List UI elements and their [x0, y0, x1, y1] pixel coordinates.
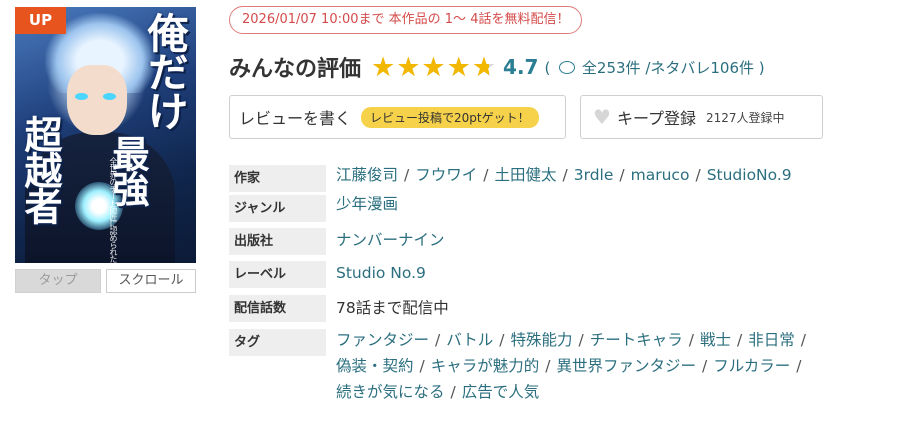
- publisher-link[interactable]: ナンバーナイン: [336, 227, 445, 253]
- cover-art-eye: [75, 93, 88, 100]
- write-review-label: レビューを書く: [239, 109, 352, 128]
- author-link[interactable]: 江藤俊司: [336, 166, 398, 184]
- review-counts[interactable]: ( 全253件 /ネタバレ106件 ): [544, 57, 764, 78]
- tags-label: タグ: [229, 329, 326, 356]
- write-review-button[interactable]: レビューを書く レビュー投稿で20ptゲット！: [229, 95, 566, 139]
- comment-icon: [559, 60, 576, 74]
- points-badge: レビュー投稿で20ptゲット！: [361, 106, 539, 128]
- tag-link[interactable]: 偽装・契約: [336, 357, 414, 375]
- cover-image[interactable]: 俺だけ 最強 超越者 全世界のチート師匠に認められた UP: [15, 7, 196, 263]
- rating-row: みんなの評価 ★★★★★ ★★★★★ 4.7 ( 全253件 /ネタバレ106件…: [229, 50, 765, 84]
- keep-button[interactable]: ♥ キープ登録 2127人登録中: [580, 95, 823, 139]
- author-link[interactable]: StudioNo.9: [707, 166, 792, 184]
- author-link[interactable]: 3rdle: [574, 166, 614, 184]
- star-rating-icon: ★★★★★ ★★★★★: [371, 51, 498, 83]
- cover-art-face: [67, 65, 127, 135]
- author-list: 江藤俊司 / フウワイ / 土田健太/3rdle / maruco / StudioNo.9: [336, 166, 792, 184]
- tag-link[interactable]: チートキャラ: [590, 331, 683, 349]
- tap-button[interactable]: タップ: [15, 269, 101, 293]
- genre-link[interactable]: 少年漫画: [336, 191, 398, 217]
- cover-title-part: 超越者: [18, 115, 63, 223]
- tag-link[interactable]: 戦士: [700, 331, 731, 349]
- tag-link[interactable]: 続きが気になる: [336, 383, 445, 401]
- tag-link[interactable]: 特殊能力: [510, 331, 572, 349]
- label-link[interactable]: Studio No.9: [336, 260, 426, 286]
- tag-link[interactable]: 異世界ファンタジー: [557, 357, 697, 375]
- spoiler-count[interactable]: /ネタバレ106件: [645, 59, 754, 77]
- close-paren: ): [758, 58, 765, 77]
- episodes-value: 78話まで配信中: [336, 299, 449, 317]
- free-campaign-banner: 2026/01/07 10:00まで 本作品の 1～ 4話を無料配信！: [229, 6, 583, 34]
- rating-title: みんなの評価: [229, 57, 362, 82]
- tag-link[interactable]: 非日常: [748, 331, 795, 349]
- cover-art-eye: [103, 93, 116, 100]
- tag-link[interactable]: バトル: [446, 331, 493, 349]
- genre-label: ジャンル: [229, 195, 326, 222]
- tag-link[interactable]: キャラが魅力的: [431, 357, 540, 375]
- keep-label: キープ登録: [616, 109, 696, 128]
- heart-icon: ♥: [593, 105, 611, 129]
- review-total[interactable]: 全253件: [582, 59, 641, 77]
- author-label: 作家: [229, 165, 326, 192]
- scroll-button[interactable]: スクロール: [106, 269, 196, 293]
- keep-count: 2127人登録中: [705, 110, 785, 125]
- up-badge: UP: [15, 7, 66, 34]
- tag-link[interactable]: フルカラー: [713, 357, 790, 375]
- tag-link[interactable]: ファンタジー: [336, 331, 429, 349]
- cover-subtitle: 全世界のチート師匠に認められた: [109, 157, 118, 262]
- rating-score: 4.7: [503, 55, 539, 79]
- author-link[interactable]: 土田健太: [495, 166, 557, 184]
- tags-list: ファンタジー / バトル / 特殊能力 / チートキャラ / 戦士 / 非日常 / 偽装・契約 / キャラ…: [336, 331, 806, 401]
- author-link[interactable]: フウワイ: [415, 166, 477, 184]
- open-paren: (: [544, 58, 551, 77]
- label-label: レーベル: [229, 261, 326, 288]
- episodes-label: 配信話数: [229, 295, 326, 322]
- author-link[interactable]: maruco: [631, 166, 690, 184]
- cover-title-part: 俺だけ: [140, 12, 188, 129]
- publisher-label: 出版社: [229, 228, 326, 255]
- tag-link[interactable]: 広告で人気: [462, 383, 540, 401]
